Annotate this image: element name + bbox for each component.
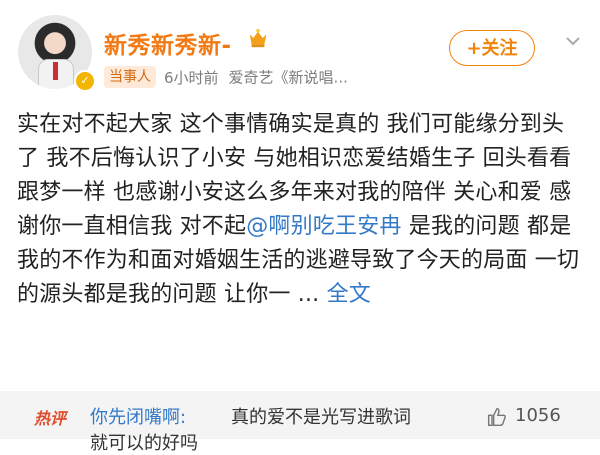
hot-comment-row[interactable]: 热评 你先闭嘴啊: 真的爱不是光写进歌词 就可以的好吗 1056 [0,391,600,454]
like-count: 1056 [515,405,561,426]
read-more-link[interactable]: 全文 [327,282,371,307]
crown-icon [249,28,267,48]
post-source[interactable]: 爱奇艺《新说唱... [229,69,348,87]
follow-button[interactable]: +关注 [449,30,535,66]
verified-icon: ✓ [74,70,96,92]
post-content: 实在对不起大家 这个事情确实是真的 我们可能缘分到头了 我不后悔认识了小安 与她… [17,108,585,312]
identity-badge: 当事人 [104,66,156,88]
thumbs-up-icon[interactable] [487,407,507,427]
avatar-tie [53,62,58,80]
hot-comment-text-line-2: 就可以的好吗 [90,433,198,454]
mention-link[interactable]: @啊别吃王安冉 [246,214,401,239]
hot-comment-tag: 热评 [34,409,67,428]
post-meta: 当事人 6小时前 爱奇艺《新说唱... [104,66,348,88]
hot-comment-text: 真的爱不是光写进歌词 [231,407,411,428]
post-time: 6小时前 [164,68,219,87]
hot-comment-user[interactable]: 你先闭嘴啊: [90,403,186,429]
username[interactable]: 新秀新秀新- [104,26,232,60]
chevron-down-icon[interactable] [565,33,581,49]
